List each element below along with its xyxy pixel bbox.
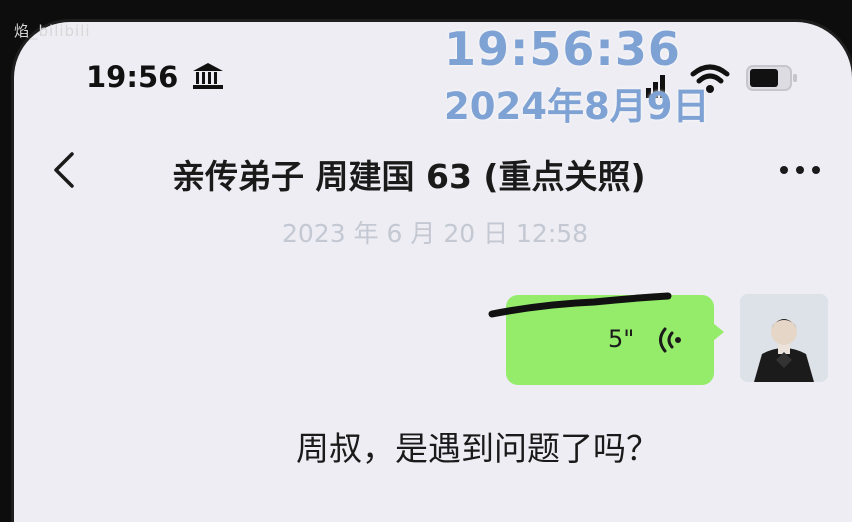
voice-duration: 5" (608, 325, 635, 353)
overlay-date: 2024年8月9日 (444, 85, 710, 128)
more-button[interactable] (774, 160, 828, 180)
overlay-clock: 19:56:36 (444, 22, 681, 76)
voice-wave-icon (659, 327, 681, 353)
chevron-left-icon (54, 152, 74, 188)
back-button[interactable] (46, 148, 82, 192)
battery-icon (746, 65, 797, 91)
more-dots-icon (780, 166, 820, 174)
redaction-scribble (488, 292, 672, 318)
status-time: 19:56 (86, 60, 179, 94)
user-avatar[interactable] (740, 294, 828, 382)
avatar-image (740, 294, 828, 382)
chat-title: 亲传弟子 周建国 63 (重点关照) (172, 157, 646, 196)
phone-screen: 19:56 19:56:36 2024年8月9日 亲传弟子 周建国 63 (重点… (14, 22, 852, 522)
watermark: 焰_bilibili (14, 22, 91, 40)
received-message-text: 周叔，是遇到问题了吗？ (296, 429, 659, 468)
message-timestamp: 2023 年 6 月 20 日 12:58 (282, 219, 589, 248)
bank-icon (193, 63, 223, 89)
